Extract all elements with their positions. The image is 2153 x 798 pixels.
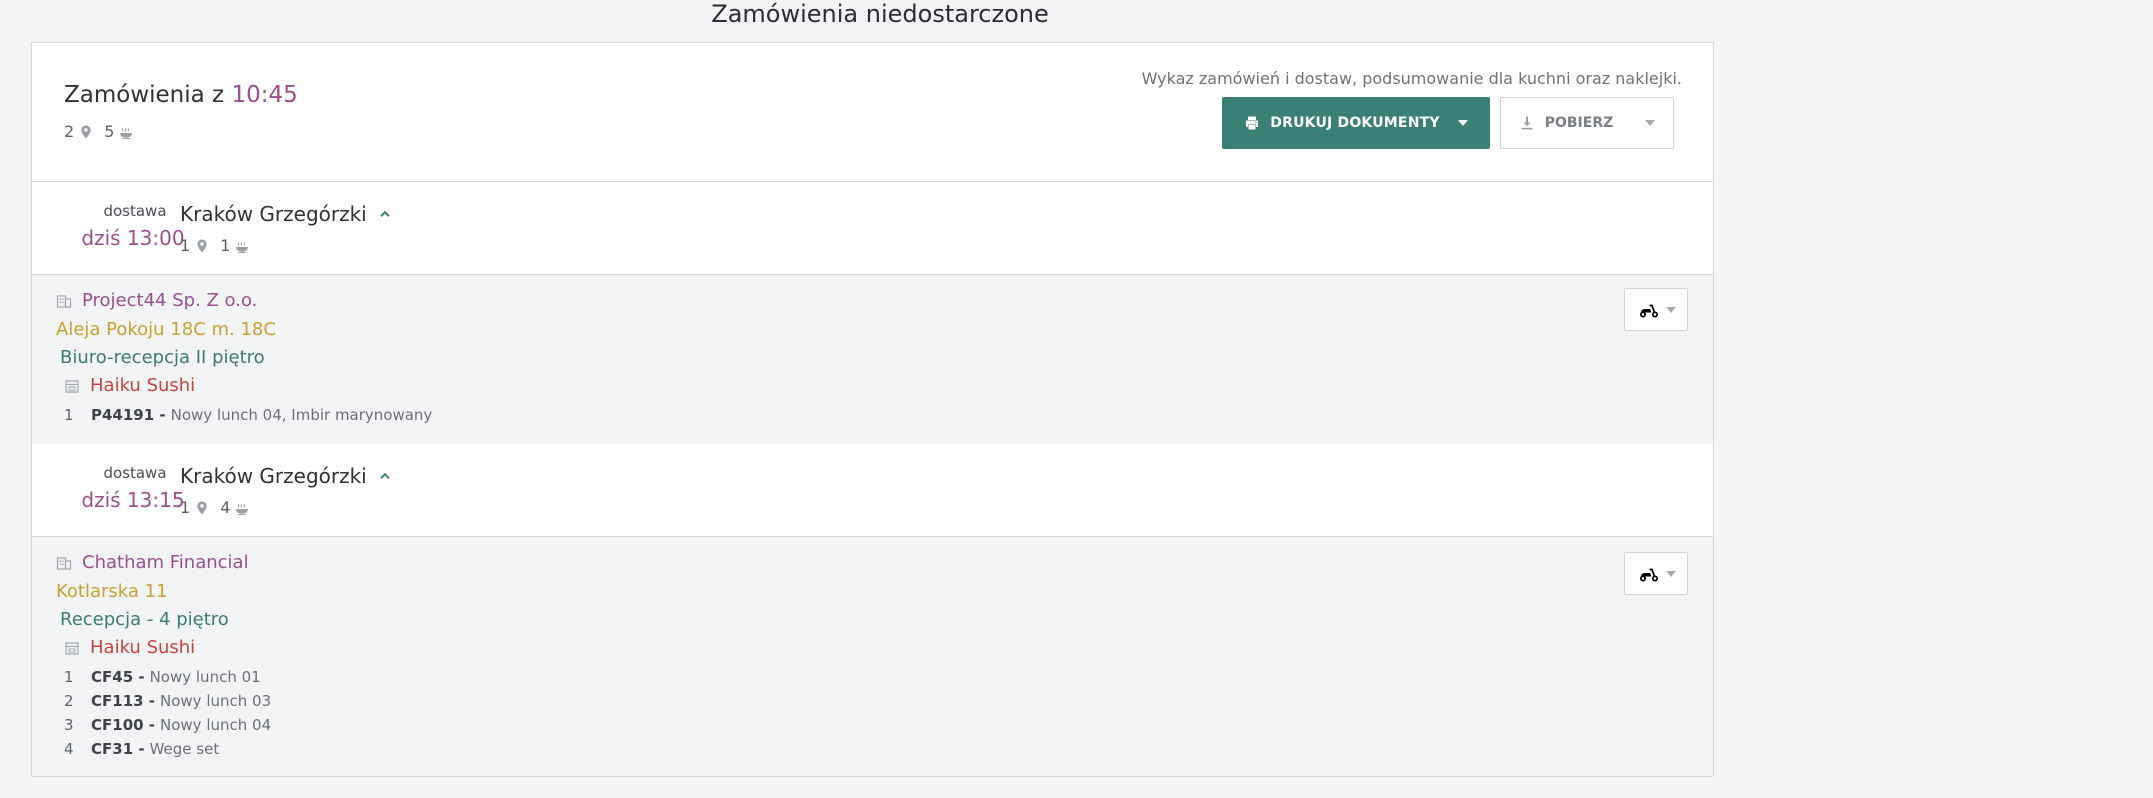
print-documents-button[interactable]: DRUKUJ DOKUMENTY [1222,97,1490,149]
meal-bowl-icon [120,127,133,139]
courier-select[interactable] [1624,288,1688,331]
item-code: CF113 - [91,692,156,710]
reception: Recepcja - 4 piętro [60,609,229,630]
meals-count: 4 [220,498,231,517]
restaurant-label: Haiku Sushi [90,375,196,396]
order-title-prefix: Zamówienia z [64,82,225,108]
item-name: Wege set [149,740,220,758]
order-title: Zamówienia z 10:45 [64,81,298,109]
meals-count-group: 1 [220,236,250,255]
building-icon [56,294,72,308]
item-name: Nowy lunch 04 [160,716,272,734]
locations-count-group: 1 [180,498,210,517]
download-button[interactable]: POBIERZ [1500,97,1674,149]
company-name: Project44 Sp. Z o.o. [56,290,257,311]
location-pin-icon [197,501,207,514]
download-label: POBIERZ [1544,115,1614,131]
store-icon [65,379,79,393]
locations-count: 1 [180,236,191,255]
restaurant-name: Haiku Sushi [64,637,195,658]
meals-count-group: 4 [220,498,250,517]
meals-count: 5 [104,122,115,141]
scooter-icon [1639,304,1658,318]
store-icon [65,641,79,655]
restaurant-label: Haiku Sushi [90,637,196,658]
chevron-down-icon [1457,120,1468,126]
delivery-city[interactable]: Kraków Grzegórzki [180,202,391,226]
address: Kotlarska 11 [56,581,168,602]
delivery-city[interactable]: Kraków Grzegórzki [180,464,391,488]
item-number: 4 [64,740,74,758]
order-header: Zamówienia z 10:45 2 5 Wykaz zamówień i … [32,43,1713,182]
locations-count-group: 1 [180,236,210,255]
delivery-header: dostawa dziś 13:00 Kraków Grzegórzki 1 1 [32,182,1713,275]
delivery-city-name: Kraków Grzegórzki [180,202,367,226]
reception: Biuro-recepcja II piętro [60,347,265,368]
item-number: 3 [64,716,74,734]
delivery-body: Project44 Sp. Z o.o. Aleja Pokoju 18C m.… [32,275,1713,445]
item-code: P44191 - [91,406,166,424]
company-label: Chatham Financial [82,552,249,573]
locations-count-group: 2 [64,122,94,141]
item-number: 2 [64,692,74,710]
item-code: CF31 - [91,740,145,758]
order-item: 3 CF100 - Nowy lunch 04 [64,713,271,737]
delivery-label: dostawa [103,202,167,220]
scooter-icon [1639,568,1658,582]
courier-select[interactable] [1624,552,1688,595]
item-number: 1 [64,406,74,424]
meals-count: 1 [220,236,231,255]
item-name: Nowy lunch 01 [149,668,261,686]
download-icon [1521,116,1533,130]
item-name: Nowy lunch 04, Imbir marynowany [170,406,433,424]
summary-text: Wykaz zamówień i dostaw, podsumowanie dl… [1141,69,1682,88]
locations-count: 2 [64,122,75,141]
order-item: 2 CF113 - Nowy lunch 03 [64,689,271,713]
chevron-down-icon [1665,570,1676,577]
order-time: 10:45 [231,82,298,108]
delivery-counts: 1 4 [180,498,250,517]
order-item: 1 CF45 - Nowy lunch 01 [64,665,271,689]
building-icon [56,556,72,570]
order-item: 4 CF31 - Wege set [64,737,271,761]
chevron-down-icon [1645,120,1656,126]
order-items-list: 1 P44191 - Nowy lunch 04, Imbir marynowa… [64,403,432,427]
chevron-up-icon[interactable] [379,208,391,220]
delivery-counts: 1 1 [180,236,250,255]
print-documents-label: DRUKUJ DOKUMENTY [1270,115,1440,131]
delivery-header: dostawa dziś 13:15 Kraków Grzegórzki 1 4 [32,444,1713,537]
restaurant-name: Haiku Sushi [64,375,195,396]
company-name: Chatham Financial [56,552,249,573]
meal-bowl-icon [236,241,249,253]
order-items-list: 1 CF45 - Nowy lunch 01 2 CF113 - Nowy lu… [64,665,271,761]
delivery-body: Chatham Financial Kotlarska 11 Recepcja … [32,537,1713,777]
location-pin-icon [197,239,207,252]
page-title: Zamówienia niedostarczone [711,0,1049,28]
chevron-up-icon[interactable] [379,470,391,482]
delivery-city-name: Kraków Grzegórzki [180,464,367,488]
meals-count-group: 5 [104,122,134,141]
meal-bowl-icon [236,503,249,515]
address: Aleja Pokoju 18C m. 18C [56,319,276,340]
location-pin-icon [81,125,91,138]
item-code: CF45 - [91,668,145,686]
order-counts: 2 5 [64,122,134,141]
company-label: Project44 Sp. Z o.o. [82,290,258,311]
order-item: 1 P44191 - Nowy lunch 04, Imbir marynowa… [64,403,432,427]
locations-count: 1 [180,498,191,517]
chevron-down-icon [1665,306,1676,313]
item-number: 1 [64,668,74,686]
orders-panel: Zamówienia z 10:45 2 5 Wykaz zamówień i … [31,42,1714,777]
item-name: Nowy lunch 03 [160,692,272,710]
item-code: CF100 - [91,716,156,734]
delivery-label: dostawa [103,464,167,482]
printer-icon [1246,116,1259,130]
